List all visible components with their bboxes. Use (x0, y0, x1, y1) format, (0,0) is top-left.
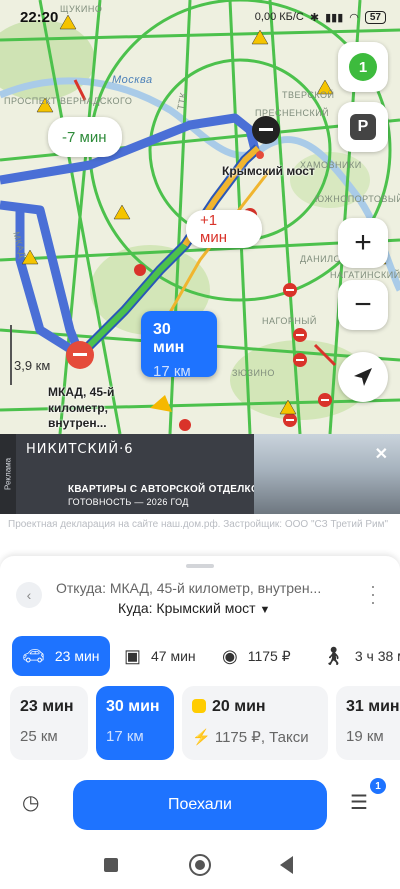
plus-icon: + (354, 226, 372, 259)
traffic-score: 1 (349, 53, 377, 81)
minus-icon: − (354, 288, 372, 321)
map[interactable]: ЩУКИНО Москва ТВЕРСКОЙ ПРОСПЕКТ ВЕРНАДСК… (0, 0, 400, 434)
lightning-icon: ⚡ (192, 729, 215, 746)
wifi-icon: ◠ (349, 11, 359, 24)
zoom-out-button[interactable]: − (338, 280, 388, 330)
action-row: ◷ Поехали ☰ 1 (0, 778, 400, 834)
route-option-detail: 25 км (20, 728, 58, 745)
walk-icon: 🚶︎ (322, 645, 345, 666)
ad-close-button[interactable]: ✕ (375, 444, 388, 464)
mode-taxi[interactable]: ◉ 1175 ₽ (212, 636, 310, 676)
route-option-detail: 19 км (346, 728, 384, 745)
chevron-left-icon: ‹ (26, 587, 32, 603)
map-label-yuzhnoportovy: ЮЖНОПОРТОВЫЙ (315, 194, 400, 204)
route-option-2[interactable]: 30 мин 17 км (96, 686, 174, 760)
route-option-time: 20 мин (212, 698, 266, 715)
transport-modes: 🚗︎ 23 мин ▣ 47 мин ◉ 1175 ₽ 🚶︎ 3 ч 38 м (0, 636, 400, 676)
scale-label: 3,9 км (14, 358, 51, 373)
ad-banner[interactable]: Реклама НИКИТСКИЙ·6 КВАРТИРЫ С АВТОРСКОЙ… (0, 434, 400, 514)
route-option-time: 23 мин (20, 698, 74, 715)
ad-disclaimer: Проектная декларация на сайте наш.дом.рф… (8, 519, 388, 530)
back-nav-button[interactable] (280, 856, 293, 874)
route-sheet: ‹ Откуда: МКАД, 45-й километр, внутрен..… (0, 556, 400, 889)
schedule-button[interactable]: ◷ (22, 790, 50, 818)
mode-car-label: 23 мин (54, 648, 100, 664)
network-speed: 0,00 КБ/С (254, 11, 304, 23)
ad-side-label: Реклама (0, 434, 16, 514)
map-label-tverskoy: ТВЕРСКОЙ (282, 90, 335, 100)
route-to[interactable]: Куда: Крымский мост ▼ (118, 600, 270, 616)
bus-icon: ▣ (124, 645, 142, 666)
system-nav-bar (0, 848, 400, 889)
scale-bar (10, 325, 12, 385)
parking-button[interactable]: P (338, 102, 388, 152)
map-label-nagatinsky: НАГАТИНСКИЙ (330, 270, 400, 280)
mode-walk-label: 3 ч 38 м (354, 648, 400, 664)
mode-taxi-label: 1175 ₽ (247, 647, 291, 664)
back-button[interactable]: ‹ (16, 582, 42, 608)
map-label-prospekt: ПРОСПЕКТ ВЕРНАДСКОГО (4, 96, 133, 106)
home-button[interactable] (189, 854, 211, 876)
map-label-moskva: Москва (112, 74, 153, 86)
alt-route-delay-bubble[interactable]: +1 мин (186, 210, 262, 248)
bluetooth-icon: ✱ (309, 11, 320, 24)
destination-label: Крымский мост (222, 164, 315, 178)
sliders-icon: ☰ (350, 792, 368, 814)
navigation-arrow-icon (354, 368, 372, 386)
origin-label: МКАД, 45-й километр, внутрен... (48, 385, 115, 431)
car-icon: 🚗︎ (22, 645, 45, 666)
route-to-text: Куда: Крымский мост (118, 600, 256, 616)
my-location-button[interactable] (338, 352, 388, 402)
status-icons: 0,00 КБ/С ✱ ▮▮▮ ◠ 57 (254, 10, 386, 24)
route-option-taxi[interactable]: 20 мин ⚡ 1175 ₽, Такси (182, 686, 328, 760)
status-bar: 22:20 0,00 КБ/С ✱ ▮▮▮ ◠ 57 (0, 0, 400, 34)
selected-route-time: 30 мин (153, 321, 185, 356)
route-option-time: 30 мин (106, 698, 160, 715)
sheet-handle[interactable] (186, 564, 214, 568)
parking-icon: P (350, 114, 376, 140)
ad-brand: НИКИТСКИЙ·6 (26, 442, 134, 457)
more-options-icon[interactable]: · · · (370, 577, 376, 611)
yandex-taxi-icon (192, 699, 206, 713)
route-settings-button[interactable]: ☰ 1 (350, 778, 386, 818)
route-option-1[interactable]: 23 мин 25 км (10, 686, 88, 760)
mode-transit[interactable]: ▣ 47 мин (114, 636, 206, 676)
status-time: 22:20 (20, 8, 59, 26)
map-label-presnensky: ПРЕСНЕНСКИЙ (255, 108, 330, 118)
go-button[interactable]: Поехали (73, 780, 327, 830)
map-label-zyuzino: ЗЮЗИНО (232, 368, 275, 378)
clock-icon: ◷ (22, 792, 40, 814)
selected-route-card[interactable]: 30 мин 17 км (141, 311, 217, 380)
settings-count-badge: 1 (370, 778, 386, 794)
mode-walk[interactable]: 🚶︎ 3 ч 38 м (312, 636, 400, 676)
signal-icon: ▮▮▮ (325, 11, 344, 24)
map-label-nagorny: НАГОРНЫЙ (262, 316, 317, 326)
battery-icon: 57 (364, 10, 386, 24)
mode-transit-label: 47 мин (151, 648, 196, 664)
taxi-icon: ◉ (222, 645, 238, 666)
route-options: 23 мин 25 км 30 мин 17 км 20 мин ⚡ 1175 … (0, 686, 400, 762)
recents-button[interactable] (104, 858, 118, 872)
route-option-4[interactable]: 31 мин 19 км (336, 686, 400, 760)
zoom-in-button[interactable]: + (338, 218, 388, 268)
route-option-detail: 17 км (106, 728, 144, 745)
route-from[interactable]: Откуда: МКАД, 45-й километр, внутрен... (56, 580, 321, 596)
ad-line-2: ГОТОВНОСТЬ — 2026 ГОД (68, 497, 189, 507)
alt-route-time-bubble[interactable]: -7 мин (48, 117, 122, 157)
route-option-time: 31 мин (346, 698, 400, 715)
alt-route-delay: +1 мин (200, 212, 227, 246)
route-option-detail: 1175 ₽, Такси (214, 729, 309, 746)
selected-route-distance: 17 км (153, 363, 191, 380)
ad-line-1: КВАРТИРЫ С АВТОРСКОЙ ОТДЕЛКОЙ (68, 484, 267, 495)
mode-car[interactable]: 🚗︎ 23 мин (12, 636, 110, 676)
traffic-button[interactable]: 1 (338, 42, 388, 92)
caret-down-icon: ▼ (259, 604, 271, 616)
alt-route-time: -7 мин (62, 128, 107, 146)
